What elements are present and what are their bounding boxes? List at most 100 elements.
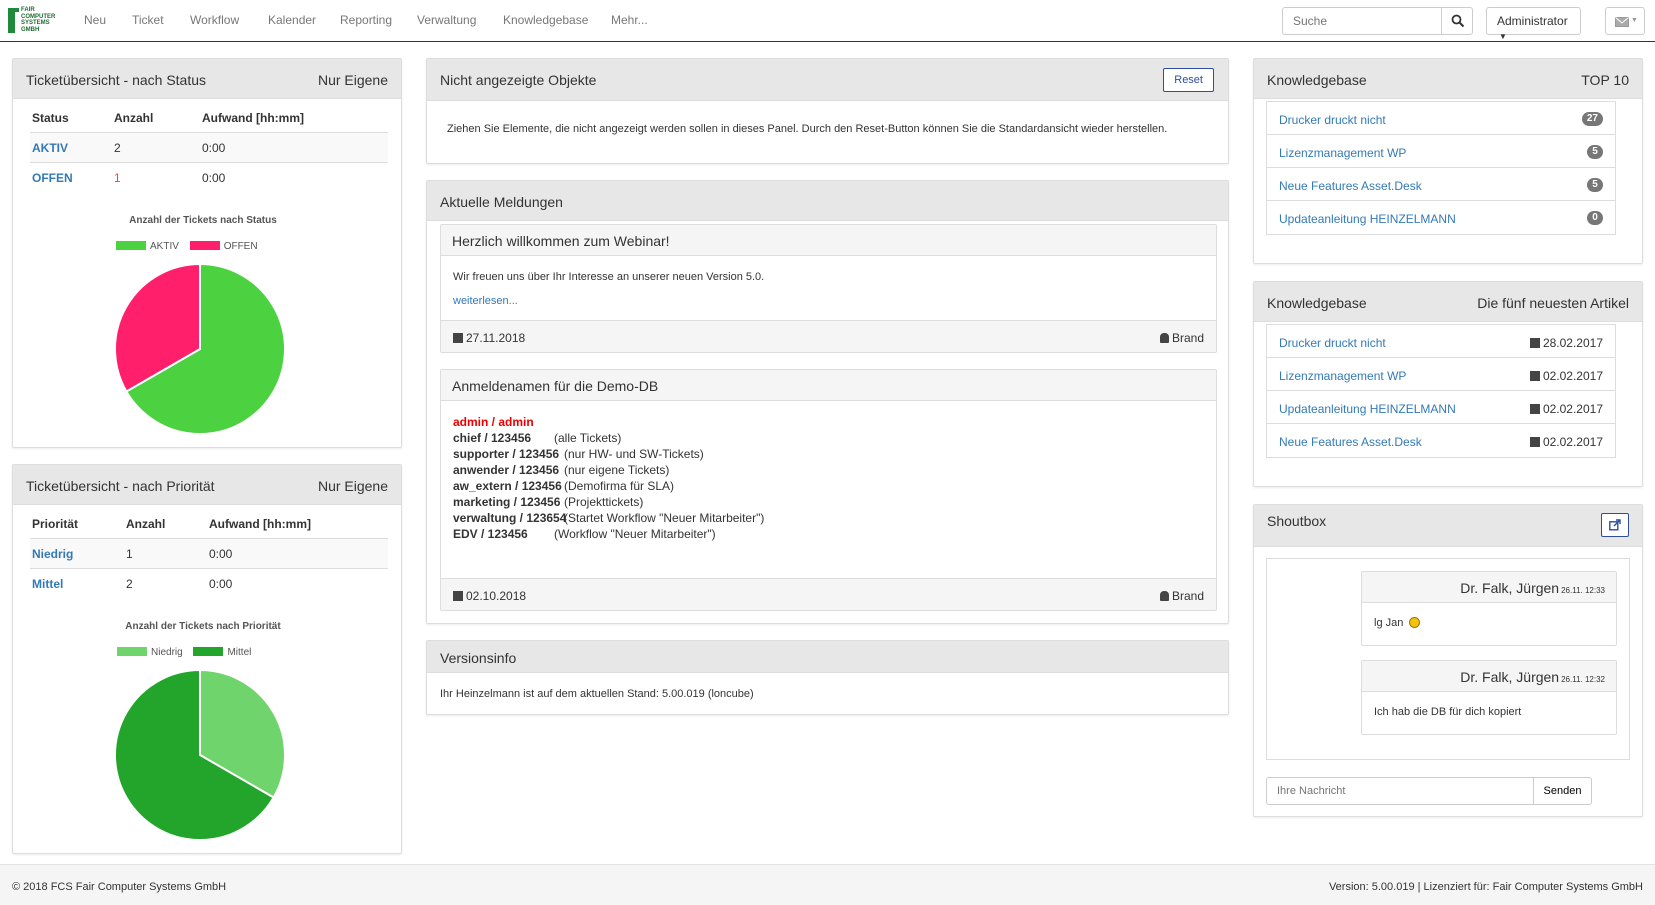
- table-row: Mittel 2 0:00: [30, 568, 388, 598]
- kb-article-link[interactable]: Neue Features Asset.Desk: [1279, 435, 1422, 449]
- nav-neu[interactable]: Neu: [84, 13, 106, 27]
- shout-message-header: Dr. Falk, Jürgen 26.11. 12:33: [1362, 572, 1616, 603]
- legend-item[interactable]: Niedrig: [117, 647, 183, 658]
- user-icon: [1159, 333, 1169, 343]
- priority-link[interactable]: Niedrig: [32, 547, 73, 561]
- kb-article-link[interactable]: Drucker druckt nicht: [1279, 336, 1386, 350]
- popout-button[interactable]: [1601, 513, 1629, 537]
- news-panel: Aktuelle Meldungen Herzlich willkommen z…: [426, 180, 1229, 624]
- legend-item[interactable]: OFFEN: [189, 241, 258, 252]
- shout-message-input[interactable]: [1266, 777, 1534, 805]
- legend-item[interactable]: Mittel: [193, 647, 251, 658]
- nav-knowledgebase[interactable]: Knowledgebase: [503, 13, 588, 27]
- search-button[interactable]: [1441, 7, 1473, 35]
- credential-row: marketing / 123456 (Projekttickets): [453, 495, 643, 509]
- company-logo[interactable]: FAIR COMPUTER SYSTEMS GMBH: [8, 7, 55, 35]
- legend-label: AKTIV: [150, 241, 179, 252]
- nav-ticket[interactable]: Ticket: [132, 13, 164, 27]
- article-date-value: 02.02.2017: [1542, 369, 1603, 383]
- panel-header[interactable]: Aktuelle Meldungen: [427, 181, 1228, 221]
- col-effort: Aufwand [hh:mm]: [209, 517, 311, 531]
- shout-author: Dr. Falk, Jürgen: [1460, 669, 1560, 685]
- own-only-toggle[interactable]: Nur Eigene: [318, 72, 388, 88]
- user-menu-button[interactable]: Administrator ▼: [1486, 7, 1581, 41]
- nav-kalender[interactable]: Kalender: [268, 13, 316, 27]
- news-item: Herzlich willkommen zum Webinar! Wir fre…: [440, 224, 1217, 353]
- panel-title: Aktuelle Meldungen: [440, 194, 563, 210]
- news-item-footer: 27.11.2018 Brand: [441, 320, 1216, 352]
- list-item[interactable]: Drucker druckt nicht 28.02.2017: [1267, 325, 1615, 358]
- news-date-value: 02.10.2018: [466, 589, 527, 603]
- kb-top-list: Drucker druckt nicht 27 Lizenzmanagement …: [1266, 101, 1616, 235]
- kb-article-link[interactable]: Lizenzmanagement WP: [1279, 146, 1406, 160]
- table-row: Niedrig 1 0:00: [30, 538, 388, 568]
- kb-article-link[interactable]: Drucker druckt nicht: [1279, 113, 1386, 127]
- panel-header[interactable]: Knowledgebase TOP 10: [1254, 59, 1642, 99]
- search-input[interactable]: [1282, 7, 1442, 35]
- col-status: Status: [32, 111, 69, 125]
- calendar-icon: [1529, 437, 1540, 447]
- list-item[interactable]: Drucker druckt nicht 27: [1267, 102, 1615, 135]
- news-item-title: Herzlich willkommen zum Webinar!: [452, 233, 670, 249]
- list-item[interactable]: Lizenzmanagement WP 5: [1267, 135, 1615, 168]
- reset-button[interactable]: Reset: [1163, 68, 1214, 92]
- kb-article-link[interactable]: Updateanleitung HEINZELMANN: [1279, 212, 1456, 226]
- count-value: 1: [114, 171, 121, 185]
- kb-top-panel: Knowledgebase TOP 10 Drucker druckt nich…: [1253, 58, 1643, 264]
- panel-title: Versionsinfo: [440, 650, 517, 666]
- credential-login: anwender / 123456: [453, 463, 560, 477]
- status-link[interactable]: OFFEN: [32, 171, 73, 185]
- credential-login: verwaltung / 123654: [453, 511, 567, 525]
- own-only-toggle[interactable]: Nur Eigene: [318, 478, 388, 494]
- list-item[interactable]: Updateanleitung HEINZELMANN 0: [1267, 201, 1615, 234]
- hidden-objects-panel[interactable]: Nicht angezeigte Objekte Reset Ziehen Si…: [426, 58, 1229, 164]
- legend-label: Niedrig: [151, 647, 183, 658]
- panel-header[interactable]: Versionsinfo: [427, 641, 1228, 673]
- status-link[interactable]: AKTIV: [32, 141, 68, 155]
- legend-swatch-aktiv: [116, 241, 146, 250]
- footer-license: Version: 5.00.019 | Lizenziert für: Fair…: [1328, 881, 1643, 893]
- shoutbox-messages[interactable]: Dr. Falk, Jürgen 26.11. 12:33 lg Jan Dr. …: [1266, 558, 1630, 760]
- nav-reporting[interactable]: Reporting: [340, 13, 392, 27]
- shout-author: Dr. Falk, Jürgen: [1460, 580, 1560, 596]
- table-row: AKTIV 2 0:00: [30, 132, 388, 162]
- panel-header[interactable]: Ticketübersicht - nach Priorität Nur Eig…: [13, 465, 401, 505]
- count-value: 2: [114, 141, 121, 155]
- nav-verwaltung[interactable]: Verwaltung: [417, 13, 476, 27]
- col-count: Anzahl: [114, 111, 154, 125]
- list-item[interactable]: Neue Features Asset.Desk 5: [1267, 168, 1615, 201]
- caret-down-icon: ▼: [1499, 32, 1507, 41]
- messages-button[interactable]: ▼: [1605, 7, 1645, 35]
- news-date: 02.10.2018: [453, 589, 526, 603]
- kb-article-link[interactable]: Updateanleitung HEINZELMANN: [1279, 402, 1456, 416]
- list-item[interactable]: Lizenzmanagement WP 02.02.2017: [1267, 358, 1615, 391]
- read-more-link[interactable]: weiterlesen...: [453, 295, 518, 307]
- external-link-icon: [1609, 519, 1621, 531]
- panel-header[interactable]: Shoutbox: [1254, 505, 1642, 547]
- panel-title: Knowledgebase: [1267, 295, 1367, 311]
- credential-note: (Demofirma für SLA): [564, 479, 675, 493]
- panel-header[interactable]: Knowledgebase Die fünf neuesten Artikel: [1254, 282, 1642, 322]
- article-date-value: 02.02.2017: [1542, 435, 1603, 449]
- panel-title: Knowledgebase: [1267, 72, 1367, 88]
- shout-message-body: lg Jan: [1362, 603, 1616, 645]
- kb-article-link[interactable]: Neue Features Asset.Desk: [1279, 179, 1422, 193]
- news-item-title: Anmeldenamen für die Demo-DB: [452, 378, 659, 394]
- hidden-objects-text: Ziehen Sie Elemente, die nicht angezeigt…: [447, 123, 1168, 135]
- effort-value: 0:00: [209, 577, 233, 591]
- count-value: 1: [126, 547, 133, 561]
- nav-mehr[interactable]: Mehr...: [611, 13, 648, 27]
- legend-item[interactable]: AKTIV: [116, 241, 179, 252]
- news-item-footer: 02.10.2018 Brand: [441, 578, 1216, 610]
- shout-message: Dr. Falk, Jürgen 26.11. 12:32 Ich hab die…: [1361, 660, 1617, 735]
- nav-workflow[interactable]: Workflow: [190, 13, 239, 27]
- priority-link[interactable]: Mittel: [32, 577, 63, 591]
- kb-article-link[interactable]: Lizenzmanagement WP: [1279, 369, 1406, 383]
- list-item[interactable]: Updateanleitung HEINZELMANN 02.02.2017: [1267, 391, 1615, 424]
- list-item[interactable]: Neue Features Asset.Desk 02.02.2017: [1267, 424, 1615, 457]
- footer-copyright: © 2018 FCS Fair Computer Systems GmbH: [12, 881, 227, 893]
- page-footer: © 2018 FCS Fair Computer Systems GmbH Ve…: [0, 864, 1655, 905]
- panel-header[interactable]: Ticketübersicht - nach Status Nur Eigene: [13, 59, 401, 99]
- send-button[interactable]: Senden: [1533, 777, 1592, 805]
- article-date: 02.02.2017: [1529, 435, 1603, 449]
